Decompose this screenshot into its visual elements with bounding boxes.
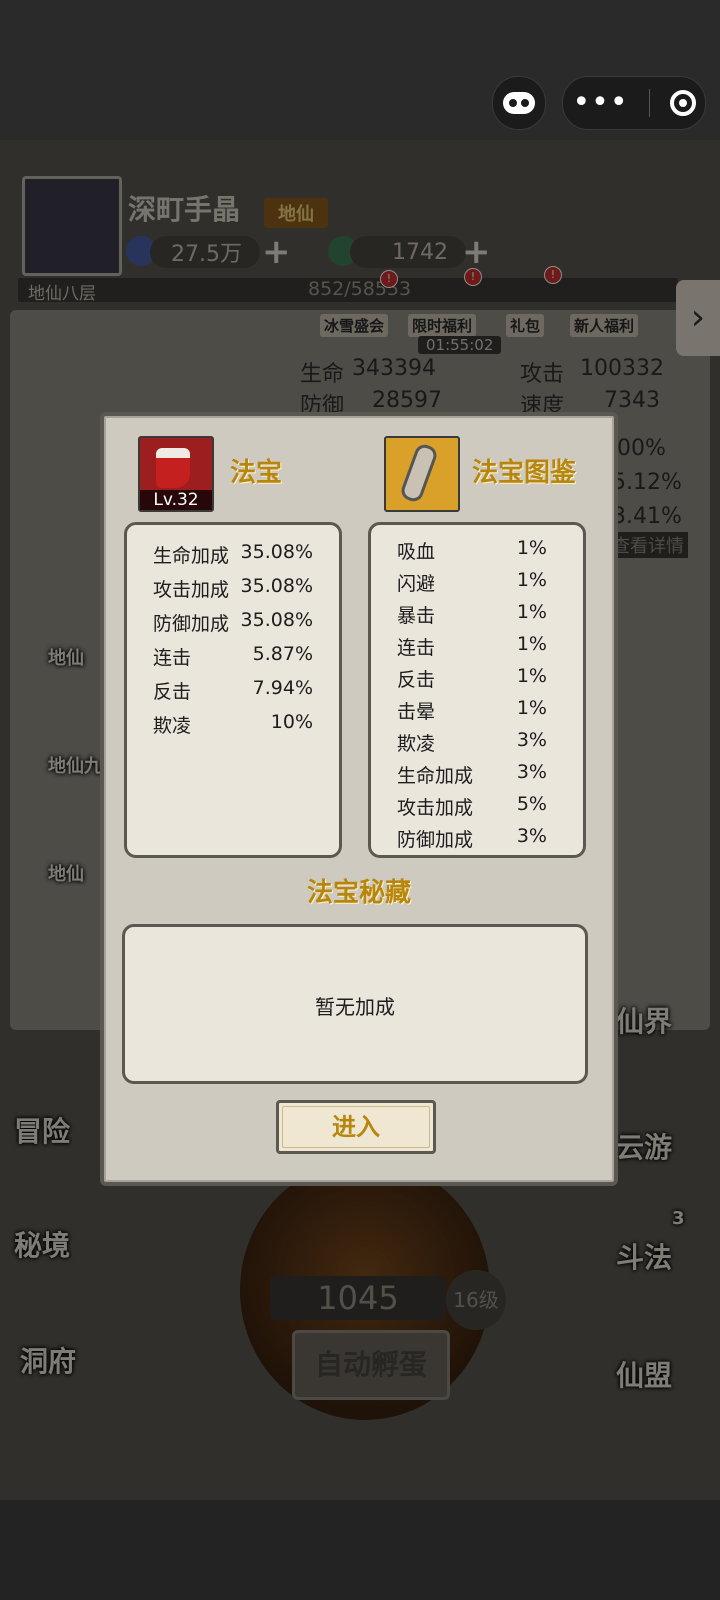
target-close-icon[interactable] [669, 90, 696, 116]
list-item: 防御加成 35.08% [153, 609, 313, 635]
treasure-stats-list: 生命加成 35.08% 攻击加成 35.08% 防御加成 35.08% 连击 5.87%… [124, 522, 342, 858]
status-bar: ••• [0, 0, 720, 140]
list-item: 攻击加成 35.08% [153, 575, 313, 601]
treasure-dialog: Lv.32 法宝 法宝图鉴 生命加成 35.08% 攻击加成 35.08% 防御加成… [100, 412, 618, 1186]
list-item: 攻击加成 5% [397, 793, 547, 819]
list-item: 击晕 1% [397, 697, 547, 723]
list-item: 吸血 1% [397, 537, 547, 563]
list-item: 暴击 1% [397, 601, 547, 627]
gamepad-icon [503, 92, 535, 114]
list-item: 生命加成 3% [397, 761, 547, 787]
list-item: 连击 1% [397, 633, 547, 659]
capsule-divider [648, 89, 650, 117]
list-item: 防御加成 3% [397, 825, 547, 851]
list-item: 反击 7.94% [153, 677, 313, 703]
codex-title: 法宝图鉴 [472, 458, 577, 488]
list-item: 反击 1% [397, 665, 547, 691]
list-item: 欺凌 10% [153, 711, 313, 737]
list-item: 闪避 1% [397, 569, 547, 595]
codex-stats-list: 吸血 1% 闪避 1% 暴击 1% 连击 1% 反击 1% 击晕 1% 欺凌 3% 生命加成 3… [368, 522, 586, 858]
treasure-level: Lv.32 [140, 490, 212, 510]
enter-button[interactable]: 进入 [276, 1100, 436, 1154]
miniprogram-capsule: ••• [562, 76, 706, 130]
list-item: 生命加成 35.08% [153, 541, 313, 567]
christmas-stocking-icon [156, 448, 190, 488]
bottom-bar [0, 1500, 720, 1600]
secret-bonus-box: 暂无加成 [122, 924, 588, 1084]
treasure-item-icon[interactable]: Lv.32 [138, 436, 214, 512]
treasure-title: 法宝 [230, 458, 283, 488]
list-item: 连击 5.87% [153, 643, 313, 669]
scroll-icon [398, 441, 440, 505]
list-item: 欺凌 3% [397, 729, 547, 755]
more-dots-icon[interactable]: ••• [572, 88, 628, 118]
empty-bonus-text: 暂无加成 [315, 995, 395, 1019]
codex-item-icon[interactable] [384, 436, 460, 512]
secret-title: 法宝秘藏 [306, 878, 411, 908]
game-center-button[interactable] [492, 76, 546, 130]
